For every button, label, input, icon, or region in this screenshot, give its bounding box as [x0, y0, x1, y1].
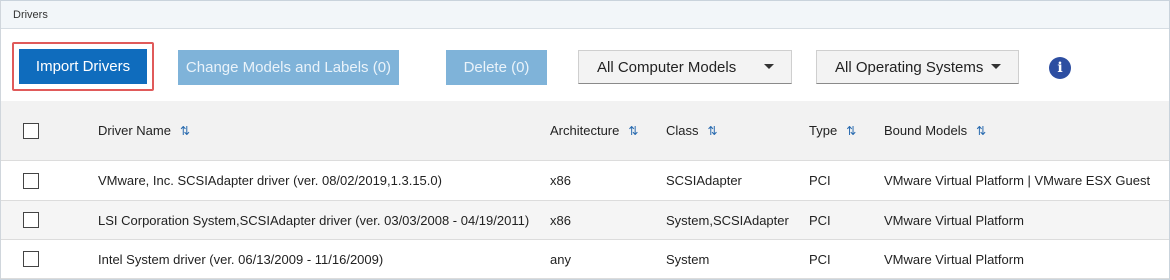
- operating-systems-dropdown[interactable]: All Operating Systems: [816, 50, 1019, 84]
- type-cell: PCI: [809, 239, 884, 279]
- type-cell: PCI: [809, 160, 884, 201]
- select-all-checkbox[interactable]: [23, 122, 39, 139]
- bound-models-cell: VMware Virtual Platform | VMware ESX Gue…: [884, 160, 1169, 201]
- driver-name-cell: LSI Corporation System,SCSIAdapter drive…: [98, 200, 550, 240]
- row-select-cell: [1, 200, 98, 240]
- import-drivers-button[interactable]: Import Drivers: [19, 49, 147, 84]
- row-select-cell: [1, 239, 98, 279]
- sort-icon[interactable]: ⇅: [628, 124, 638, 138]
- header-bound-models[interactable]: Bound Models ⇅: [884, 101, 1169, 161]
- class-cell: System,SCSIAdapter: [666, 200, 809, 240]
- sort-icon[interactable]: ⇅: [180, 124, 190, 138]
- change-models-labels-button[interactable]: Change Models and Labels (0): [178, 50, 399, 85]
- header-label: Architecture: [550, 123, 620, 138]
- row-checkbox[interactable]: [23, 172, 39, 189]
- row-checkbox[interactable]: [23, 212, 39, 229]
- bound-models-cell: VMware Virtual Platform: [884, 239, 1169, 279]
- table-row[interactable]: Intel System driver (ver. 06/13/2009 - 1…: [1, 239, 1169, 279]
- architecture-cell: any: [550, 239, 666, 279]
- header-class[interactable]: Class ⇅: [666, 101, 809, 161]
- info-icon[interactable]: i: [1049, 57, 1071, 79]
- driver-name-cell: Intel System driver (ver. 06/13/2009 - 1…: [98, 239, 550, 279]
- bound-models-cell: VMware Virtual Platform: [884, 200, 1169, 240]
- header-label: Class: [666, 123, 699, 138]
- sort-icon[interactable]: ⇅: [976, 124, 986, 138]
- drivers-panel: Drivers Import Drivers Change Models and…: [0, 0, 1170, 280]
- header-label: Driver Name: [98, 123, 171, 138]
- toolbar: Import Drivers Change Models and Labels …: [12, 42, 1169, 94]
- header-driver-name[interactable]: Driver Name ⇅: [98, 101, 550, 161]
- chevron-down-icon: [764, 64, 774, 69]
- delete-button[interactable]: Delete (0): [446, 50, 547, 85]
- class-cell: System: [666, 239, 809, 279]
- header-architecture[interactable]: Architecture ⇅: [550, 101, 666, 161]
- driver-name-cell: VMware, Inc. SCSIAdapter driver (ver. 08…: [98, 160, 550, 201]
- row-checkbox[interactable]: [23, 251, 39, 268]
- type-cell: PCI: [809, 200, 884, 240]
- chevron-down-icon: [991, 64, 1001, 69]
- panel-title: Drivers: [1, 1, 1169, 29]
- architecture-cell: x86: [550, 160, 666, 201]
- table-header-row: Driver Name ⇅ Architecture ⇅ Class ⇅ Type ⇅ …: [1, 101, 1169, 161]
- table-row[interactable]: LSI Corporation System,SCSIAdapter drive…: [1, 200, 1169, 240]
- table-row[interactable]: VMware, Inc. SCSIAdapter driver (ver. 08…: [1, 160, 1169, 201]
- header-type[interactable]: Type ⇅: [809, 101, 884, 161]
- sort-icon[interactable]: ⇅: [708, 124, 718, 138]
- header-label: Type: [809, 123, 838, 138]
- row-select-cell: [1, 160, 98, 201]
- sort-icon[interactable]: ⇅: [846, 124, 856, 138]
- operating-systems-dropdown-label: All Operating Systems: [835, 58, 984, 76]
- computer-models-dropdown[interactable]: All Computer Models: [578, 50, 792, 84]
- architecture-cell: x86: [550, 200, 666, 240]
- class-cell: SCSIAdapter: [666, 160, 809, 201]
- drivers-table: Driver Name ⇅ Architecture ⇅ Class ⇅ Type ⇅ …: [1, 101, 1169, 279]
- computer-models-dropdown-label: All Computer Models: [597, 58, 737, 76]
- header-label: Bound Models: [884, 123, 968, 138]
- header-select-all: [1, 101, 98, 161]
